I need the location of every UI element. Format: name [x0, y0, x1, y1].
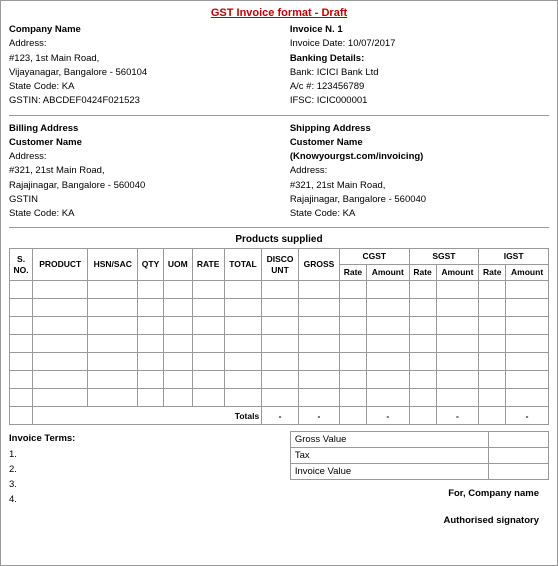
total-cgst-rate-dash	[339, 407, 366, 425]
total-cgst-amount-dash: -	[366, 407, 409, 425]
billing-info: Billing Address Customer Name Address: #…	[9, 122, 268, 222]
term-4: 4.	[9, 492, 279, 507]
shipping-website: (Knowyourgst.com/invoicing)	[290, 150, 549, 164]
col-sno: S. NO.	[10, 249, 33, 281]
shipping-customer-name: Customer Name	[290, 136, 549, 150]
products-table: S. NO. PRODUCT HSN/SAC QTY UOM RATE TOTA…	[9, 248, 549, 425]
invoice-page: GST Invoice format - Draft Company Name …	[0, 0, 558, 566]
signatory-section: For, Company name Authorised signatory	[290, 488, 549, 526]
invoice-date: Invoice Date: 10/07/2017	[290, 37, 549, 51]
col-rate: RATE	[192, 249, 224, 281]
summary-tax-row: Tax	[290, 448, 548, 464]
shipping-address-line1: #321, 21st Main Road,	[290, 179, 549, 193]
col-igst-rate: Rate	[479, 265, 506, 281]
col-sgst-header: SGST	[409, 249, 479, 265]
term-1: 1.	[9, 447, 279, 462]
summary-invoice-label: Invoice Value	[290, 464, 488, 480]
header-section: Company Name Address: #123, 1st Main Roa…	[9, 23, 549, 116]
table-row	[10, 317, 549, 335]
summary-gross-row: Gross Value	[290, 432, 548, 448]
shipping-address-line2: Rajajinagar, Bangalore - 560040	[290, 193, 549, 207]
col-cgst-rate: Rate	[339, 265, 366, 281]
total-sgst-rate-dash	[409, 407, 436, 425]
summary-wrap: Gross Value Tax Invoice Value For, Compa…	[290, 431, 549, 526]
billing-address-label: Address:	[9, 150, 268, 164]
col-qty: QTY	[138, 249, 164, 281]
summary-tax-value	[489, 448, 549, 464]
billing-address-line2: Rajajinagar, Bangalore - 560040	[9, 179, 268, 193]
col-sgst-amount: Amount	[436, 265, 479, 281]
totals-row: Totals - - - - -	[10, 407, 549, 425]
table-row	[10, 389, 549, 407]
shipping-address-label: Address:	[290, 164, 549, 178]
total-igst-amount-dash: -	[506, 407, 549, 425]
col-igst-amount: Amount	[506, 265, 549, 281]
products-title: Products supplied	[9, 234, 549, 245]
total-igst-rate-dash	[479, 407, 506, 425]
col-discount: DISCO UNT	[262, 249, 299, 281]
table-row	[10, 335, 549, 353]
invoice-info: Invoice N. 1 Invoice Date: 10/07/2017 Ba…	[290, 23, 549, 109]
col-sgst-rate: Rate	[409, 265, 436, 281]
billing-gstin: GSTIN	[9, 193, 268, 207]
col-igst-header: IGST	[479, 249, 549, 265]
billing-address-line1: #321, 21st Main Road,	[9, 164, 268, 178]
banking-label: Banking Details:	[290, 52, 549, 66]
col-cgst-amount: Amount	[366, 265, 409, 281]
authorised-signatory: Authorised signatory	[290, 515, 539, 526]
billing-customer-name: Customer Name	[9, 136, 268, 150]
company-state-code: State Code: KA	[9, 80, 268, 94]
table-row	[10, 281, 549, 299]
term-3: 3.	[9, 477, 279, 492]
table-row	[10, 353, 549, 371]
company-address-line2: Vijayanagar, Bangalore - 560104	[9, 66, 268, 80]
shipping-title: Shipping Address	[290, 122, 549, 136]
company-address-line1: #123, 1st Main Road,	[9, 52, 268, 66]
invoice-number: Invoice N. 1	[290, 23, 549, 37]
account-number: A/c #: 123456789	[290, 80, 549, 94]
invoice-terms: Invoice Terms: 1. 2. 3. 4.	[9, 431, 279, 507]
table-header-row: S. NO. PRODUCT HSN/SAC QTY UOM RATE TOTA…	[10, 249, 549, 265]
draft-title: GST Invoice format - Draft	[9, 7, 549, 19]
totals-label: Totals	[33, 407, 262, 425]
col-product: PRODUCT	[33, 249, 88, 281]
total-gross-dash: -	[298, 407, 339, 425]
col-uom: UOM	[163, 249, 192, 281]
company-address-label: Address:	[9, 37, 268, 51]
billing-title: Billing Address	[9, 122, 268, 136]
summary-table: Gross Value Tax Invoice Value	[290, 431, 549, 480]
summary-invoice-value	[489, 464, 549, 480]
company-gstin: GSTIN: ABCDEF0424F021523	[9, 94, 268, 108]
for-company: For, Company name	[290, 488, 539, 499]
col-gross: GROSS	[298, 249, 339, 281]
col-total: TOTAL	[224, 249, 261, 281]
shipping-info: Shipping Address Customer Name (Knowyour…	[290, 122, 549, 222]
total-discount-dash: -	[262, 407, 299, 425]
col-cgst-header: CGST	[339, 249, 409, 265]
term-2: 2.	[9, 462, 279, 477]
company-info: Company Name Address: #123, 1st Main Roa…	[9, 23, 268, 109]
billing-shipping-section: Billing Address Customer Name Address: #…	[9, 122, 549, 229]
company-name: Company Name	[9, 23, 268, 37]
summary-tax-label: Tax	[290, 448, 488, 464]
total-sgst-amount-dash: -	[436, 407, 479, 425]
summary-gross-label: Gross Value	[290, 432, 488, 448]
billing-state-code: State Code: KA	[9, 207, 268, 221]
invoice-terms-label: Invoice Terms:	[9, 431, 279, 446]
summary-gross-value	[489, 432, 549, 448]
bank-name: Bank: ICICI Bank Ltd	[290, 66, 549, 80]
ifsc: IFSC: ICIC000001	[290, 94, 549, 108]
summary-invoice-row: Invoice Value	[290, 464, 548, 480]
shipping-state-code: State Code: KA	[290, 207, 549, 221]
table-row	[10, 299, 549, 317]
col-hsn: HSN/SAC	[88, 249, 138, 281]
table-row	[10, 371, 549, 389]
footer-section: Invoice Terms: 1. 2. 3. 4. Gross Value T…	[9, 431, 549, 526]
